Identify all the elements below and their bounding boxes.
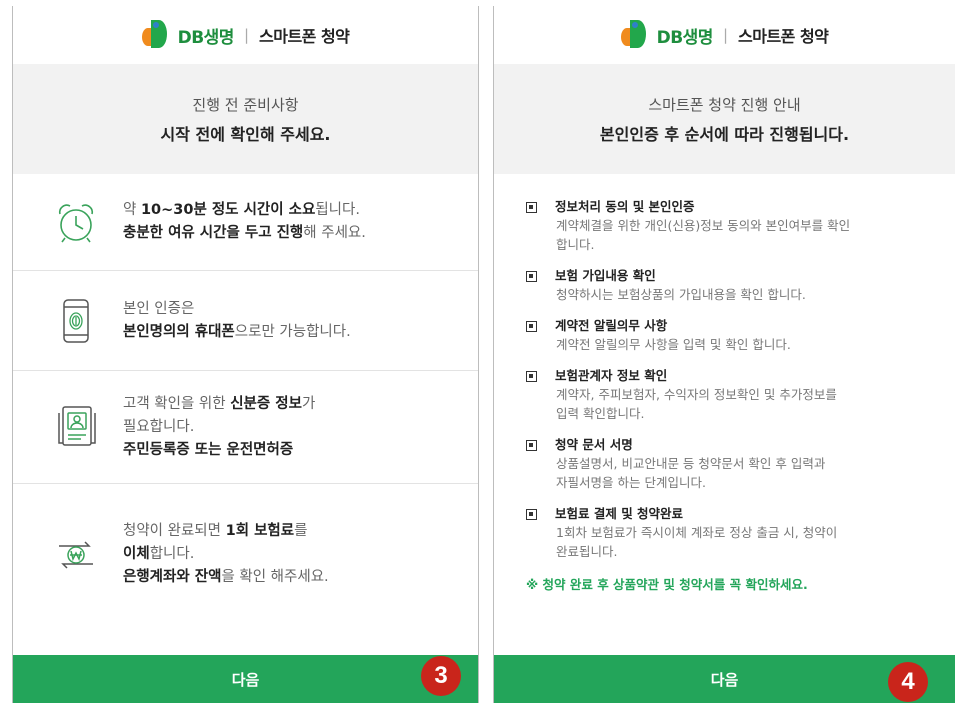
step-number-badge: 4 bbox=[888, 662, 928, 702]
step-description: 계약체결을 위한 개인(신용)정보 동의와 본인여부를 확인 합니다. bbox=[556, 218, 851, 252]
screen-preparation: DB생명 | 스마트폰 청약 진행 전 준비사항 시작 전에 확인해 주세요. … bbox=[12, 6, 479, 703]
db-logo-icon bbox=[620, 20, 651, 50]
intro-line2: 본인인증 후 순서에 따라 진행됩니다. bbox=[599, 124, 850, 144]
step-description: 계약전 알릴의무 사항을 입력 및 확인 합니다. bbox=[556, 337, 791, 352]
step-description: 상품설명서, 비교안내문 등 청약문서 확인 후 입력과 자필서명을 하는 단계입… bbox=[556, 456, 826, 490]
step-title: 청약 문서 서명 bbox=[555, 437, 633, 452]
won-transfer-icon bbox=[59, 541, 93, 569]
square-bullet-icon bbox=[526, 370, 537, 382]
intro-line1: 스마트폰 청약 진행 안내 bbox=[648, 95, 801, 114]
step-title: 보험 가입내용 확인 bbox=[555, 268, 656, 283]
process-step: 청약 문서 서명 상품설명서, 비교안내문 등 청약문서 확인 후 입력과 자필서… bbox=[526, 436, 955, 492]
step-title: 계약전 알릴의무 사항 bbox=[555, 318, 668, 333]
prep-item-time: 약 10~30분 정도 시간이 소요됩니다. 충분한 여유 시간을 두고 진행해 … bbox=[13, 174, 478, 271]
prep-item-text: 본인 인증은 본인명의의 휴대폰으로만 가능합니다. bbox=[123, 300, 351, 340]
process-step: 보험관계자 정보 확인 계약자, 주피보험자, 수익자의 정보확인 및 추가정보… bbox=[526, 367, 955, 423]
brand-name: DB생명 bbox=[177, 27, 235, 48]
next-button[interactable]: 다음 bbox=[13, 655, 478, 703]
intro-banner: 스마트폰 청약 진행 안내 본인인증 후 순서에 따라 진행됩니다. bbox=[494, 64, 955, 174]
intro-banner: 진행 전 준비사항 시작 전에 확인해 주세요. bbox=[13, 64, 478, 174]
step-description: 1회차 보험료가 즉시이체 계좌로 정상 출금 시, 청약이 완료됩니다. bbox=[556, 525, 838, 559]
square-bullet-icon bbox=[526, 508, 537, 520]
prep-item-text: 고객 확인을 위한 신분증 정보가 필요합니다. 주민등록증 또는 운전면허증 bbox=[123, 395, 316, 458]
process-step: 정보처리 동의 및 본인인증 계약체결을 위한 개인(신용)정보 동의와 본인여… bbox=[526, 198, 955, 254]
prep-item-id-card: 고객 확인을 위한 신분증 정보가 필요합니다. 주민등록증 또는 운전면허증 bbox=[13, 371, 478, 484]
prep-item-identity: 본인 인증은 본인명의의 휴대폰으로만 가능합니다. bbox=[13, 271, 478, 371]
step-title: 보험료 결제 및 청약완료 bbox=[555, 506, 684, 521]
process-steps-list: 정보처리 동의 및 본인인증 계약체결을 위한 개인(신용)정보 동의와 본인여… bbox=[494, 174, 955, 561]
square-bullet-icon bbox=[526, 320, 537, 332]
app-subtitle: 스마트폰 청약 bbox=[259, 27, 350, 46]
process-step: 보험료 결제 및 청약완료 1회차 보험료가 즉시이체 계좌로 정상 출금 시,… bbox=[526, 505, 955, 561]
step-title: 정보처리 동의 및 본인인증 bbox=[555, 199, 695, 214]
brand-name: DB생명 bbox=[656, 27, 714, 48]
step-title: 보험관계자 정보 확인 bbox=[555, 368, 668, 383]
step-description: 청약하시는 보험상품의 가입내용을 확인 합니다. bbox=[556, 287, 806, 302]
prep-item-text: 청약이 완료되면 1회 보험료를 이체합니다. 은행계좌와 잔액을 확인 해주세요. bbox=[123, 522, 329, 585]
id-card-icon bbox=[58, 406, 96, 446]
prep-item-payment: 청약이 완료되면 1회 보험료를 이체합니다. 은행계좌와 잔액을 확인 해주세요. bbox=[13, 484, 478, 624]
process-step: 보험 가입내용 확인 청약하시는 보험상품의 가입내용을 확인 합니다. bbox=[526, 267, 955, 304]
square-bullet-icon bbox=[526, 201, 537, 213]
next-button[interactable]: 다음 bbox=[494, 655, 955, 703]
brand-divider: | bbox=[722, 26, 729, 44]
intro-line1: 진행 전 준비사항 bbox=[192, 95, 299, 114]
alarm-clock-icon bbox=[58, 204, 94, 243]
prep-item-text: 약 10~30분 정도 시간이 소요됩니다. 충분한 여유 시간을 두고 진행해 … bbox=[123, 202, 366, 241]
app-header: DB생명 | 스마트폰 청약 bbox=[494, 6, 955, 64]
square-bullet-icon bbox=[526, 270, 537, 282]
brand-divider: | bbox=[243, 26, 250, 44]
db-logo-icon bbox=[141, 20, 172, 50]
process-step: 계약전 알릴의무 사항 계약전 알릴의무 사항을 입력 및 확인 합니다. bbox=[526, 317, 955, 354]
step-number-badge: 3 bbox=[421, 656, 461, 696]
completion-note: ※ 청약 완료 후 상품약관 및 청약서를 꼭 확인하세요. bbox=[526, 577, 808, 592]
screen-process-guide: DB생명 | 스마트폰 청약 스마트폰 청약 진행 안내 본인인증 후 순서에 … bbox=[493, 6, 955, 703]
phone-fingerprint-icon bbox=[63, 298, 89, 343]
app-subtitle: 스마트폰 청약 bbox=[738, 27, 829, 46]
step-description: 계약자, 주피보험자, 수익자의 정보확인 및 추가정보를 입력 확인합니다. bbox=[556, 387, 837, 421]
square-bullet-icon bbox=[526, 439, 537, 451]
intro-line2: 시작 전에 확인해 주세요. bbox=[160, 124, 331, 144]
app-header: DB생명 | 스마트폰 청약 bbox=[13, 6, 478, 64]
